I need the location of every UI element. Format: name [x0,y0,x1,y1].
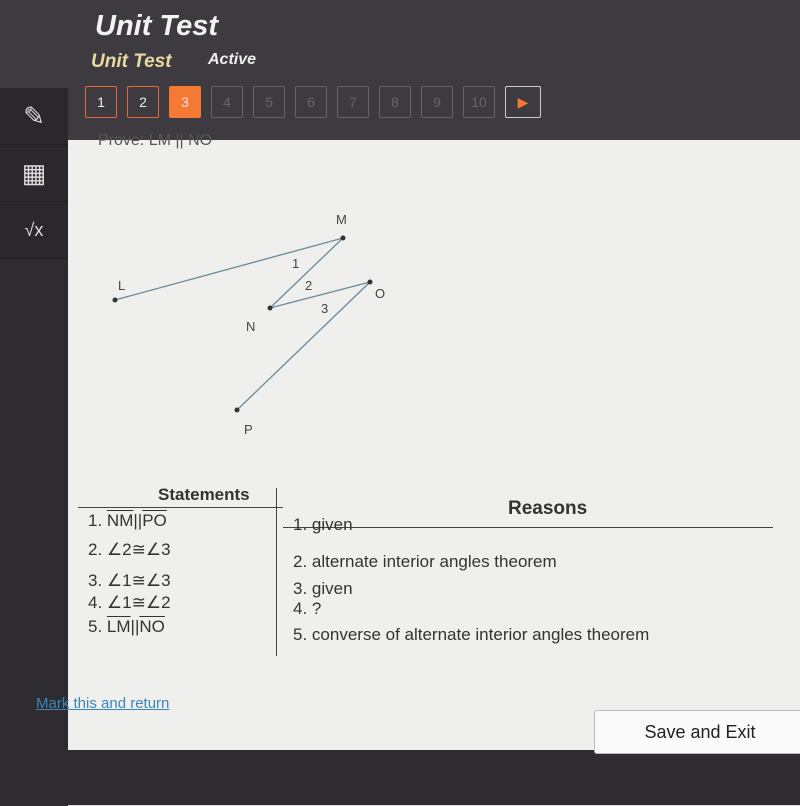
question-8-button[interactable]: 8 [379,86,411,118]
pencil-icon[interactable]: ✎ [0,88,68,145]
calculator-icon[interactable]: ▦ [0,145,68,202]
question-3-button[interactable]: 3 [169,86,201,118]
test-name: Unit Test [91,51,172,72]
page-title: Unit Test [95,10,218,42]
header: Unit Test Unit Test Active 1 2 3 4 5 6 7… [0,0,800,140]
question-5-button[interactable]: 5 [253,86,285,118]
tool-sidebar: ✎ ▦ √x [0,88,68,259]
formula-icon[interactable]: √x [0,202,68,259]
mark-and-return-link[interactable]: Mark this and return [36,695,169,712]
status-label: Active [208,51,257,68]
question-nav: 1 2 3 4 5 6 7 8 9 10 ▶ [85,86,541,118]
question-7-button[interactable]: 7 [337,86,369,118]
question-6-button[interactable]: 6 [295,86,327,118]
question-1-button[interactable]: 1 [85,86,117,118]
play-arrow-icon: ▶ [517,93,529,110]
question-9-button[interactable]: 9 [421,86,453,118]
question-2-button[interactable]: 2 [127,86,159,118]
next-question-button[interactable]: ▶ [505,86,541,118]
question-10-button[interactable]: 10 [463,86,495,118]
save-and-exit-button[interactable]: Save and Exit [594,710,800,754]
question-4-button[interactable]: 4 [211,86,243,118]
